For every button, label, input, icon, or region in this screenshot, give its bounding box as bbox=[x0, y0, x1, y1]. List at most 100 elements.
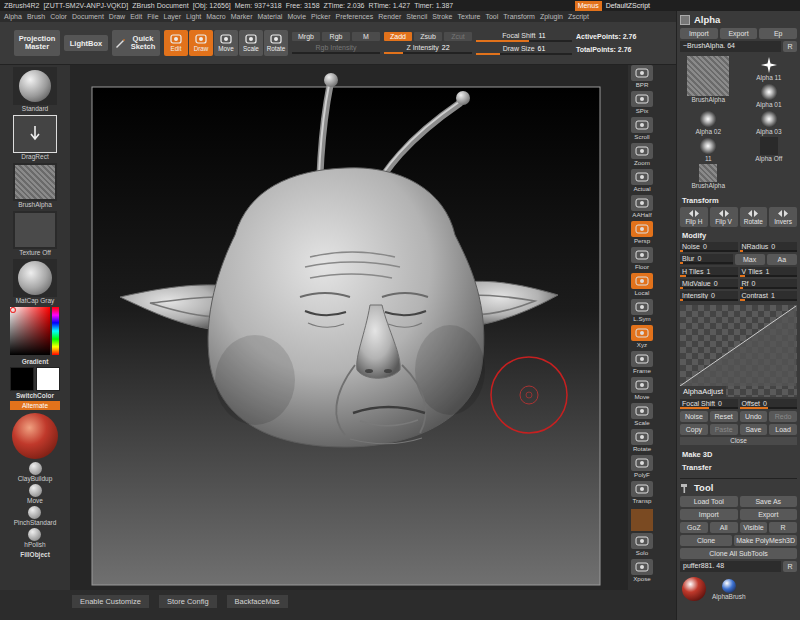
alpha-item[interactable]: Alpha 03 bbox=[741, 110, 798, 136]
mode-button[interactable]: Rotate bbox=[264, 30, 288, 56]
menu-item[interactable]: Zplugin bbox=[540, 13, 563, 20]
tool-button[interactable]: Save As bbox=[740, 496, 798, 507]
view-button[interactable]: Frame bbox=[630, 351, 654, 377]
tool-button[interactable]: Make PolyMesh3D bbox=[734, 535, 797, 546]
transform-button[interactable]: Rotate bbox=[740, 207, 768, 227]
palette-button[interactable]: Export bbox=[720, 28, 758, 39]
menu-item[interactable]: Brush bbox=[27, 13, 45, 20]
palette-button[interactable]: Load bbox=[769, 424, 797, 435]
view-button[interactable]: Transp bbox=[630, 481, 654, 507]
palette-button[interactable]: Max bbox=[735, 254, 765, 265]
section-header[interactable]: Make 3D bbox=[680, 448, 797, 461]
material-sphere[interactable] bbox=[12, 413, 58, 459]
alpha-item[interactable]: Alpha 11 bbox=[741, 56, 798, 82]
alpha-header[interactable]: Alpha bbox=[680, 13, 797, 28]
menu-item[interactable]: Material bbox=[257, 13, 282, 20]
alpha-item[interactable]: Alpha 01 bbox=[741, 83, 798, 109]
menu-item[interactable]: Picker bbox=[311, 13, 330, 20]
palette-button[interactable]: Redo bbox=[769, 411, 797, 422]
brush-item[interactable]: ClayBuildup bbox=[18, 462, 53, 484]
palette-button[interactable]: Ep bbox=[759, 28, 797, 39]
alpha-item[interactable]: BrushAlpha bbox=[680, 56, 737, 109]
palette-slider[interactable]: NRadius0 bbox=[740, 242, 798, 252]
stroke-button[interactable]: DragRect bbox=[13, 113, 57, 161]
color-swatch[interactable] bbox=[36, 367, 60, 391]
brush-item[interactable]: Move bbox=[27, 484, 43, 506]
reset-button[interactable]: R bbox=[783, 561, 797, 572]
color-picker[interactable] bbox=[10, 307, 60, 355]
alien-head[interactable] bbox=[120, 73, 558, 447]
view-button[interactable]: Zoom bbox=[630, 143, 654, 169]
palette-slider[interactable]: MidValue0 bbox=[680, 279, 738, 289]
alpha-item[interactable]: 11 bbox=[680, 137, 737, 163]
view-button[interactable]: Floor bbox=[630, 247, 654, 273]
menu-item[interactable]: Marker bbox=[231, 13, 253, 20]
color-mode-button[interactable]: Mrgb bbox=[292, 32, 320, 41]
tool-button[interactable]: Clone All SubTools bbox=[680, 548, 797, 559]
shelf-slider[interactable]: Focal Shift 11 bbox=[476, 32, 572, 42]
view-button[interactable]: Persp bbox=[630, 221, 654, 247]
shelf-slider[interactable]: Rgb Intensity bbox=[292, 44, 380, 54]
tool-button[interactable]: Visible bbox=[740, 522, 768, 533]
quick-sketch-button[interactable]: Quick Sketch bbox=[112, 30, 160, 56]
color-mode-button[interactable]: M bbox=[352, 32, 380, 41]
tool-button[interactable]: R bbox=[769, 522, 797, 533]
palette-slider[interactable]: Noise0 bbox=[680, 242, 738, 252]
menu-item[interactable]: File bbox=[147, 13, 158, 20]
mode-button[interactable]: Edit bbox=[164, 30, 188, 56]
menu-item[interactable]: Zscript bbox=[568, 13, 589, 20]
palette-button[interactable]: Copy bbox=[680, 424, 708, 435]
palette-button[interactable]: Noise bbox=[680, 411, 708, 422]
alpha-item[interactable]: Alpha 02 bbox=[680, 110, 737, 136]
transform-header[interactable]: Transform bbox=[680, 194, 797, 207]
color-mode-button[interactable]: Rgb bbox=[322, 32, 350, 41]
texture-button[interactable]: Texture Off bbox=[13, 209, 57, 257]
view-button[interactable]: BPR bbox=[630, 65, 654, 91]
view-button[interactable]: AAHalf bbox=[630, 195, 654, 221]
shelf-slider[interactable]: Z Intensity 22 bbox=[384, 44, 472, 54]
menu-item[interactable]: Color bbox=[50, 13, 67, 20]
lightbox-button[interactable]: LightBox bbox=[64, 35, 108, 51]
menu-item[interactable]: Layer bbox=[164, 13, 182, 20]
ghost-button[interactable] bbox=[630, 507, 654, 533]
transform-button[interactable]: Flip H bbox=[680, 207, 708, 227]
document-canvas[interactable] bbox=[70, 65, 628, 590]
brush-item[interactable]: hPolish bbox=[24, 528, 45, 550]
view-button[interactable]: SPix bbox=[630, 91, 654, 117]
menu-item[interactable]: Document bbox=[72, 13, 104, 20]
view-button[interactable]: PolyF bbox=[630, 455, 654, 481]
view-button[interactable]: L.Sym bbox=[630, 299, 654, 325]
menu-item[interactable]: Draw bbox=[109, 13, 125, 20]
palette-button[interactable]: Undo bbox=[740, 411, 768, 422]
shelf-slider[interactable]: Draw Size 61 bbox=[476, 45, 572, 55]
current-tool[interactable]: puffer881. 48 bbox=[680, 561, 781, 572]
view-button[interactable]: Move bbox=[630, 377, 654, 403]
menu-item[interactable]: Edit bbox=[130, 13, 142, 20]
color-swatch[interactable] bbox=[10, 367, 34, 391]
palette-slider[interactable]: V Tiles1 bbox=[740, 267, 798, 277]
depth-mode-button[interactable]: Zadd bbox=[384, 32, 412, 41]
menu-item[interactable]: Texture bbox=[457, 13, 480, 20]
menu-item[interactable]: Alpha bbox=[4, 13, 22, 20]
projection-master-button[interactable]: Projection Master bbox=[14, 30, 60, 56]
view-button[interactable]: Scale bbox=[630, 403, 654, 429]
view-button[interactable]: Local bbox=[630, 273, 654, 299]
switch-color-button[interactable]: SwitchColor bbox=[16, 391, 54, 401]
view-button[interactable]: Xpose bbox=[630, 559, 654, 585]
palette-button[interactable]: Import bbox=[680, 28, 718, 39]
transform-button[interactable]: Flip V bbox=[710, 207, 738, 227]
palette-slider[interactable]: H Tiles1 bbox=[680, 267, 738, 277]
mode-button[interactable]: Draw bbox=[189, 30, 213, 56]
script-name[interactable]: DefaultZScript bbox=[606, 2, 650, 9]
transform-button[interactable]: Invers bbox=[769, 207, 797, 227]
sculpt-viewport[interactable] bbox=[70, 65, 628, 590]
menu-item[interactable]: Stencil bbox=[406, 13, 427, 20]
palette-button[interactable]: Aa bbox=[767, 254, 797, 265]
section-header[interactable]: Transfer bbox=[680, 461, 797, 474]
depth-mode-button[interactable]: Zsub bbox=[414, 32, 442, 41]
bottom-button[interactable]: BackfaceMas bbox=[227, 595, 288, 608]
mode-button[interactable]: Move bbox=[214, 30, 238, 56]
depth-mode-button[interactable]: Zcut bbox=[444, 32, 472, 41]
tool-button[interactable]: Export bbox=[740, 509, 798, 520]
menu-item[interactable]: Movie bbox=[287, 13, 306, 20]
